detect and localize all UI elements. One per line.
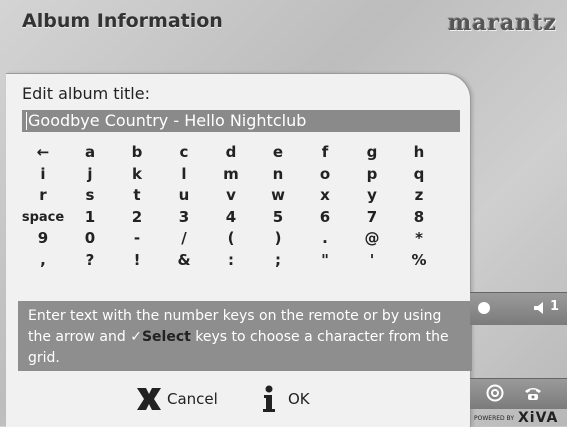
key-1[interactable]: a xyxy=(67,142,113,164)
powered-by-xiva: POWERED BY XiVA xyxy=(470,410,567,426)
volume-level: 1 xyxy=(550,299,560,314)
key-3[interactable]: c xyxy=(161,142,207,164)
key-36[interactable]: 9 xyxy=(20,228,66,250)
cancel-x-icon xyxy=(137,388,161,410)
key-9[interactable]: i xyxy=(20,164,66,186)
key-7[interactable]: g xyxy=(349,142,395,164)
key-12[interactable]: l xyxy=(161,164,207,186)
key-17[interactable]: q xyxy=(396,164,442,186)
select-key-label: Select xyxy=(141,329,191,345)
key-5[interactable]: e xyxy=(255,142,301,164)
key-22[interactable]: v xyxy=(208,185,254,207)
key-6[interactable]: f xyxy=(302,142,348,164)
status-dot-icon xyxy=(478,302,490,314)
key-10[interactable]: j xyxy=(67,164,113,186)
key-51[interactable]: " xyxy=(302,250,348,272)
key-21[interactable]: u xyxy=(161,185,207,207)
key-8[interactable]: h xyxy=(396,142,442,164)
ok-button[interactable]: OK xyxy=(260,385,310,413)
key-29[interactable]: 2 xyxy=(114,207,160,229)
disc-icon[interactable] xyxy=(486,384,504,402)
edit-panel: Edit album title: Goodbye Country - Hell… xyxy=(6,73,472,427)
edit-label: Edit album title: xyxy=(22,84,150,103)
key-50[interactable]: ; xyxy=(255,250,301,272)
check-icon: ✓ xyxy=(130,329,142,345)
key-49[interactable]: : xyxy=(208,250,254,272)
key-44[interactable]: * xyxy=(396,228,442,250)
key-45[interactable]: , xyxy=(20,250,66,272)
key-48[interactable]: & xyxy=(161,250,207,272)
ok-label: OK xyxy=(288,390,310,408)
key-2[interactable]: b xyxy=(114,142,160,164)
key-23[interactable]: w xyxy=(255,185,301,207)
key-28[interactable]: 1 xyxy=(67,207,113,229)
key-13[interactable]: m xyxy=(208,164,254,186)
key-18[interactable]: r xyxy=(20,185,66,207)
info-i-icon xyxy=(263,385,275,412)
key-43[interactable]: @ xyxy=(349,228,395,250)
key-37[interactable]: 0 xyxy=(67,228,113,250)
brand-logo: marantz xyxy=(447,10,557,36)
key-33[interactable]: 6 xyxy=(302,207,348,229)
status-bar: 1 xyxy=(470,292,567,325)
key-27[interactable]: space xyxy=(20,207,66,229)
screen: Album Information marantz Edit album tit… xyxy=(0,0,567,427)
key-35[interactable]: 8 xyxy=(396,207,442,229)
key-31[interactable]: 4 xyxy=(208,207,254,229)
key-30[interactable]: 3 xyxy=(161,207,207,229)
key-26[interactable]: z xyxy=(396,185,442,207)
key-47[interactable]: ! xyxy=(114,250,160,272)
backspace-arrow-icon[interactable]: ← xyxy=(20,142,66,164)
key-16[interactable]: p xyxy=(349,164,395,186)
key-11[interactable]: k xyxy=(114,164,160,186)
key-41[interactable]: ) xyxy=(255,228,301,250)
cancel-label: Cancel xyxy=(167,390,218,408)
xiva-logo: XiVA xyxy=(518,410,559,426)
key-34[interactable]: 7 xyxy=(349,207,395,229)
speaker-icon xyxy=(534,302,543,314)
key-53[interactable]: % xyxy=(396,250,442,272)
key-52[interactable]: ' xyxy=(349,250,395,272)
page-title: Album Information xyxy=(22,10,223,32)
key-19[interactable]: s xyxy=(67,185,113,207)
key-40[interactable]: ( xyxy=(208,228,254,250)
key-15[interactable]: o xyxy=(302,164,348,186)
key-46[interactable]: ? xyxy=(67,250,113,272)
key-14[interactable]: n xyxy=(255,164,301,186)
key-24[interactable]: x xyxy=(302,185,348,207)
source-controls xyxy=(470,378,567,409)
bottom-bar: Cancel OK xyxy=(6,379,470,419)
key-42[interactable]: . xyxy=(302,228,348,250)
key-4[interactable]: d xyxy=(208,142,254,164)
key-39[interactable]: / xyxy=(161,228,207,250)
key-32[interactable]: 5 xyxy=(255,207,301,229)
help-text: Enter text with the number keys on the r… xyxy=(18,301,472,371)
powered-by-label: POWERED BY xyxy=(474,414,515,422)
key-20[interactable]: t xyxy=(114,185,160,207)
cancel-button[interactable]: Cancel xyxy=(134,385,218,413)
character-grid: ← a b c d e f g h i j k l m n o p q r s t u v w x y z space 1 2 3 4 5 6 7 8… xyxy=(20,142,464,271)
key-25[interactable]: y xyxy=(349,185,395,207)
album-title-input[interactable]: Goodbye Country - Hello Nightclub xyxy=(22,110,460,132)
key-38[interactable]: - xyxy=(114,228,160,250)
phone-icon[interactable] xyxy=(524,385,542,401)
